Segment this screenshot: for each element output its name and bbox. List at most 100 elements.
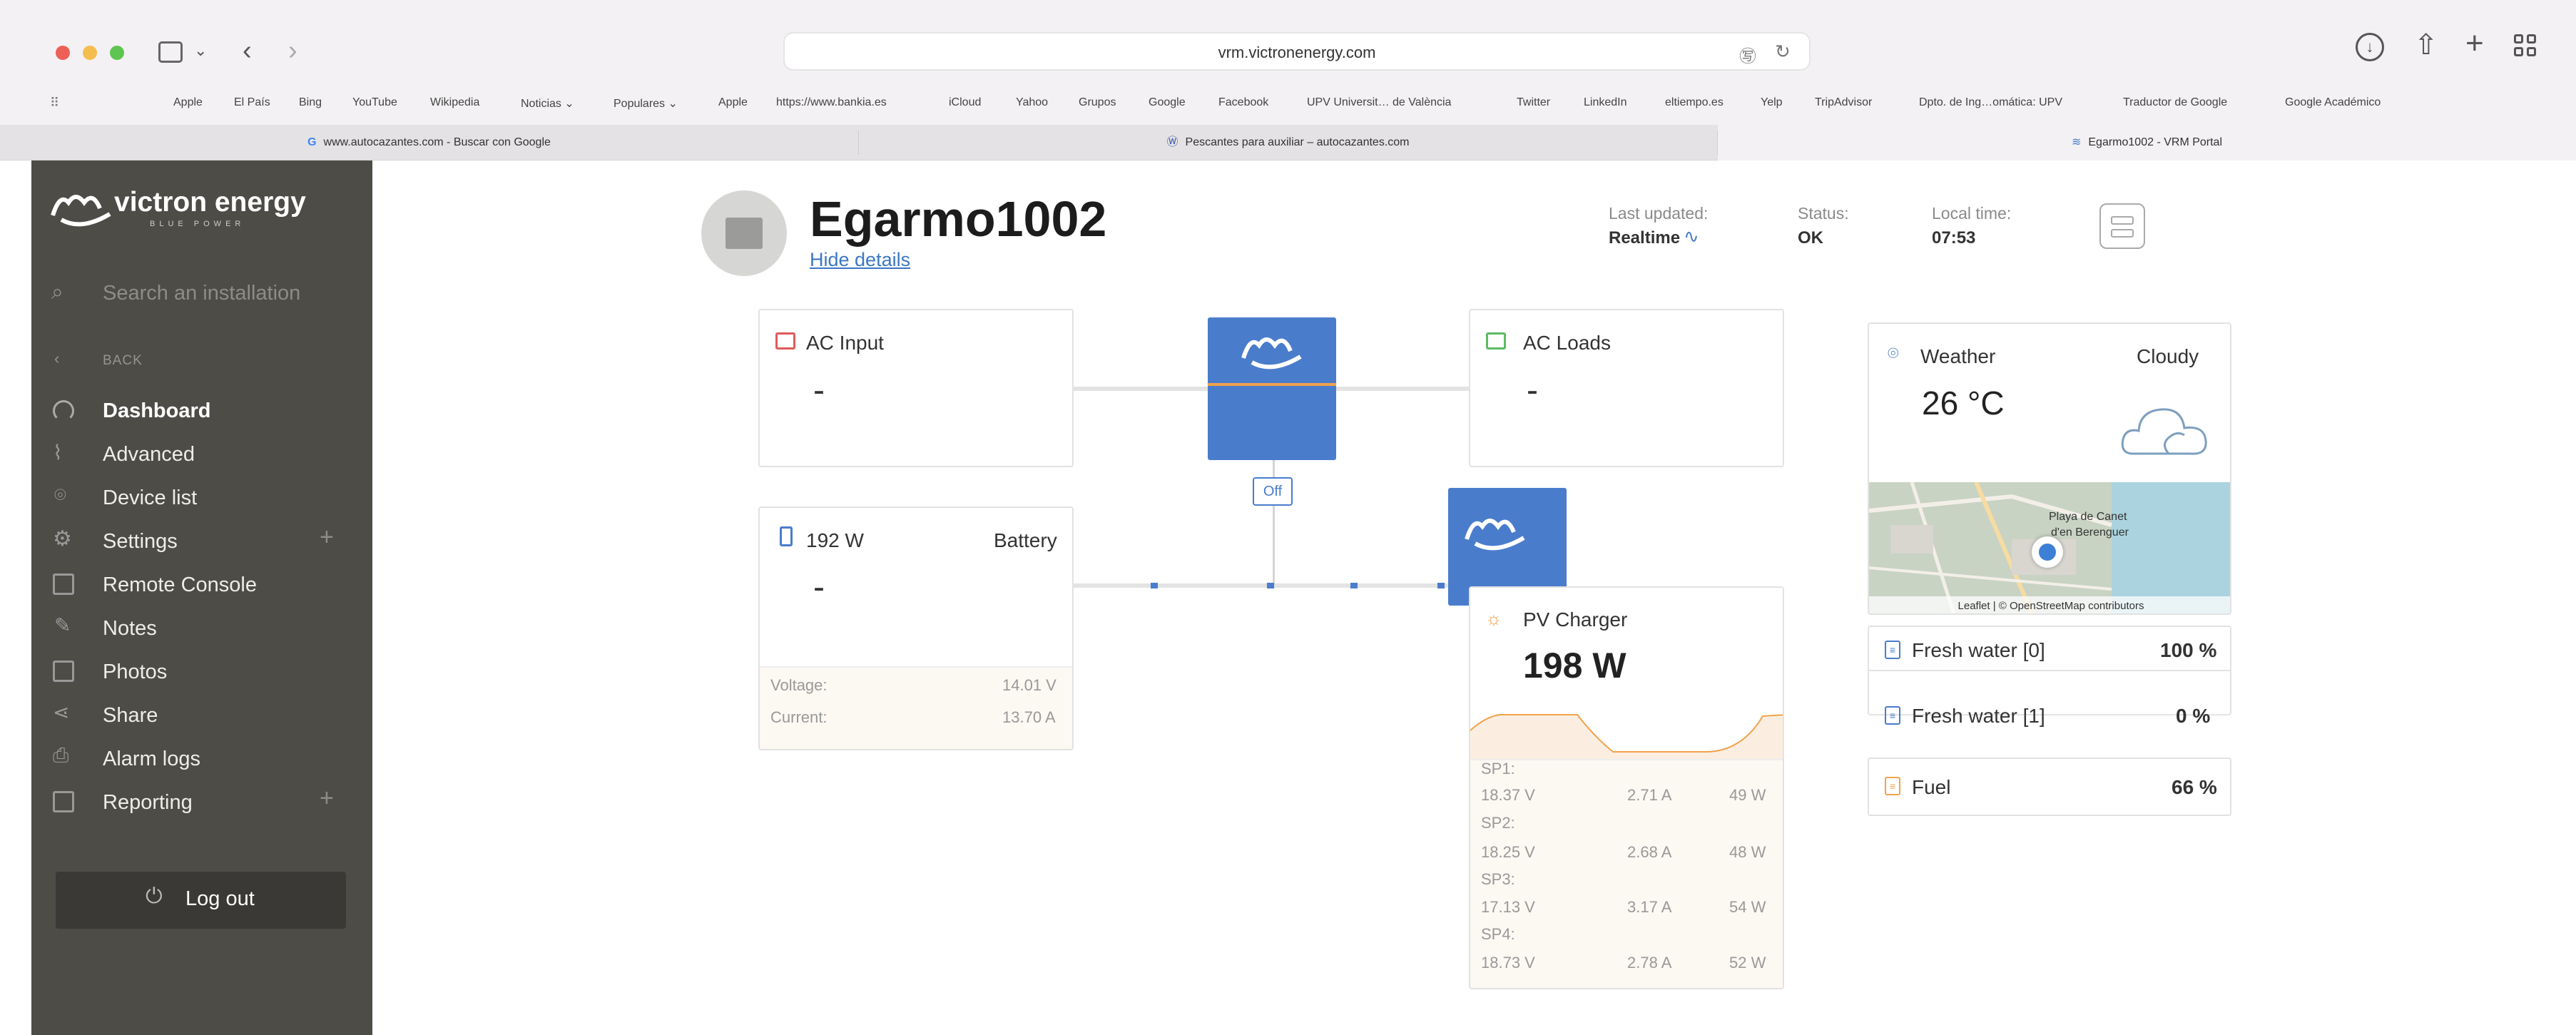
bookmark-item[interactable]: Populares ⌄ xyxy=(614,96,678,111)
bookmark-item[interactable]: Traductor de Google xyxy=(2123,96,2227,109)
url-text: vrm.victronenergy.com xyxy=(1218,44,1376,61)
pv-charger-value: 198 W xyxy=(1523,646,1626,685)
bookmark-item[interactable]: Wikipedia xyxy=(430,96,479,109)
bookmark-item[interactable]: https://www.bankia.es xyxy=(776,96,887,109)
reporting-expand-icon[interactable]: + xyxy=(320,785,334,812)
pv-string-current: 2.71 A xyxy=(1627,786,1672,804)
bookmark-item[interactable]: iCloud xyxy=(949,96,981,109)
wire-ac-input xyxy=(1072,387,1208,391)
sidebar-toggle-icon[interactable] xyxy=(158,41,183,63)
sidebar-item-share[interactable] xyxy=(31,693,372,736)
bookmark-item[interactable]: eltiempo.es xyxy=(1665,96,1724,109)
bookmark-item[interactable]: Facebook xyxy=(1218,96,1268,109)
logout-label: Log out xyxy=(185,887,255,910)
alarm-log-icon: ⎙ xyxy=(53,744,69,766)
gear-icon: ⚙ xyxy=(53,527,72,551)
pv-charger-title: PV Charger xyxy=(1523,608,1628,631)
ac-loads-card[interactable] xyxy=(1469,309,1784,467)
sidebar-item-label: Dashboard xyxy=(103,399,211,422)
sidebar-item-label: Reporting xyxy=(103,791,193,814)
location-marker[interactable] xyxy=(2032,536,2063,568)
share-icon[interactable]: ⇧ xyxy=(2414,29,2438,61)
translate-icon[interactable]: ㊢ xyxy=(1739,42,1756,67)
logo-subtitle: BLUE POWER xyxy=(150,220,245,228)
bookmark-item[interactable]: Yahoo xyxy=(1016,96,1048,109)
tab-vrm-portal[interactable]: ≋ Egarmo1002 - VRM Portal xyxy=(1718,125,2576,160)
download-icon[interactable]: ↓ xyxy=(2356,33,2384,61)
ac-loads-icon xyxy=(1486,332,1506,350)
pv-string-voltage: 17.13 V xyxy=(1481,898,1535,916)
pv-string-power: 49 W xyxy=(1729,786,1766,804)
bookmark-item[interactable]: El País xyxy=(234,96,270,109)
battery-icon xyxy=(780,526,793,546)
address-bar[interactable]: vrm.victronenergy.com ㊢ ↻ xyxy=(783,32,1811,71)
battery-value: - xyxy=(813,569,825,606)
bookmark-item[interactable]: Yelp xyxy=(1761,96,1783,109)
device-config-button[interactable] xyxy=(2099,203,2145,249)
bookmark-item[interactable]: Noticias ⌄ xyxy=(521,96,574,111)
bookmark-item[interactable]: TripAdvisor xyxy=(1815,96,1872,109)
new-tab-icon[interactable]: + xyxy=(2465,26,2484,61)
report-icon xyxy=(53,791,74,812)
battery-current-label: Current: xyxy=(770,708,828,726)
bookmark-item[interactable]: Bing xyxy=(299,96,322,109)
sidebar-item-label: Share xyxy=(103,704,158,727)
sidebar-item-advanced[interactable] xyxy=(31,432,372,475)
pv-string-name: SP3: xyxy=(1481,870,1515,888)
inverter-state-badge[interactable]: Off xyxy=(1253,477,1293,506)
battery-title: Battery xyxy=(994,529,1057,551)
hide-details-link[interactable]: Hide details xyxy=(810,249,910,271)
bookmark-item[interactable]: Apple xyxy=(718,96,748,109)
reload-icon[interactable]: ↻ xyxy=(1775,41,1791,63)
back-icon[interactable]: ‹ xyxy=(243,36,252,66)
settings-expand-icon[interactable]: + xyxy=(320,524,334,551)
sidebar-item-notes[interactable] xyxy=(31,606,372,649)
bookmark-item[interactable]: Dpto. de Ing…omática: UPV xyxy=(1919,96,2062,109)
bookmark-item[interactable]: Grupos xyxy=(1079,96,1116,109)
close-window-button[interactable] xyxy=(56,46,70,60)
minimize-window-button[interactable] xyxy=(83,46,97,60)
bookmark-item[interactable]: UPV Universit… de València xyxy=(1307,96,1451,109)
location-icon: ⌾ xyxy=(54,484,66,506)
wordpress-icon: Ⓦ xyxy=(1166,136,1178,148)
tab-autocazantes[interactable]: Ⓦ Pescantes para auxiliar – autocazantes.… xyxy=(859,125,1717,160)
realtime-icon: ∿ xyxy=(1684,225,1699,247)
console-icon xyxy=(53,573,74,595)
bookmark-item[interactable]: Apple xyxy=(173,96,203,109)
sidebar-item-photos[interactable] xyxy=(31,650,372,693)
ac-loads-title: AC Loads xyxy=(1523,332,1611,354)
page-title: Egarmo1002 xyxy=(810,191,1107,247)
sidebar-item-label: Remote Console xyxy=(103,573,257,596)
page-gutter xyxy=(0,160,31,1035)
flow-dot xyxy=(1437,583,1445,588)
weather-temperature: 26 °C xyxy=(1922,384,2005,422)
tank-value: 66 % xyxy=(2172,776,2217,798)
tab-overview-icon[interactable] xyxy=(2514,34,2537,57)
status-label: Status: xyxy=(1798,204,1849,223)
apps-grid-icon[interactable]: ⠿ xyxy=(50,96,59,111)
bookmark-item[interactable]: Google xyxy=(1149,96,1186,109)
tab-google-search[interactable]: Gwww.autocazantes.com - Buscar con Googl… xyxy=(0,125,858,160)
bookmark-item[interactable]: Google Académico xyxy=(2285,96,2381,109)
wire-ac-loads xyxy=(1333,387,1469,391)
back-link[interactable]: BACK xyxy=(103,353,143,369)
zoom-window-button[interactable] xyxy=(110,46,124,60)
bookmark-item[interactable]: LinkedIn xyxy=(1584,96,1627,109)
map-attribution[interactable]: Leaflet | © OpenStreetMap contributors xyxy=(1869,596,2230,613)
back-chevron-icon: ‹ xyxy=(54,350,60,367)
victron-logo-icon[interactable] xyxy=(47,187,116,230)
sidebar-item-alarm-logs[interactable] xyxy=(31,737,372,780)
victron-favicon-icon: ≋ xyxy=(2071,136,2082,148)
weather-map[interactable]: Playa de Canet d'en Berenguer Leaflet | … xyxy=(1869,482,2230,613)
forward-icon[interactable]: › xyxy=(288,36,297,66)
last-updated-value: Realtime xyxy=(1609,228,1681,248)
battery-voltage-value: 14.01 V xyxy=(1002,676,1057,694)
map-label: d'en Berenguer xyxy=(2051,526,2129,539)
search-icon: ⌕ xyxy=(51,280,63,304)
bookmark-item[interactable]: Twitter xyxy=(1517,96,1550,109)
sidebar-item-device-list[interactable] xyxy=(31,476,372,519)
chevron-down-icon[interactable]: ⌄ xyxy=(194,41,207,60)
power-icon: ⏻ xyxy=(146,884,163,908)
bookmark-item[interactable]: YouTube xyxy=(352,96,397,109)
sidebar-item-label: Settings xyxy=(103,530,178,553)
